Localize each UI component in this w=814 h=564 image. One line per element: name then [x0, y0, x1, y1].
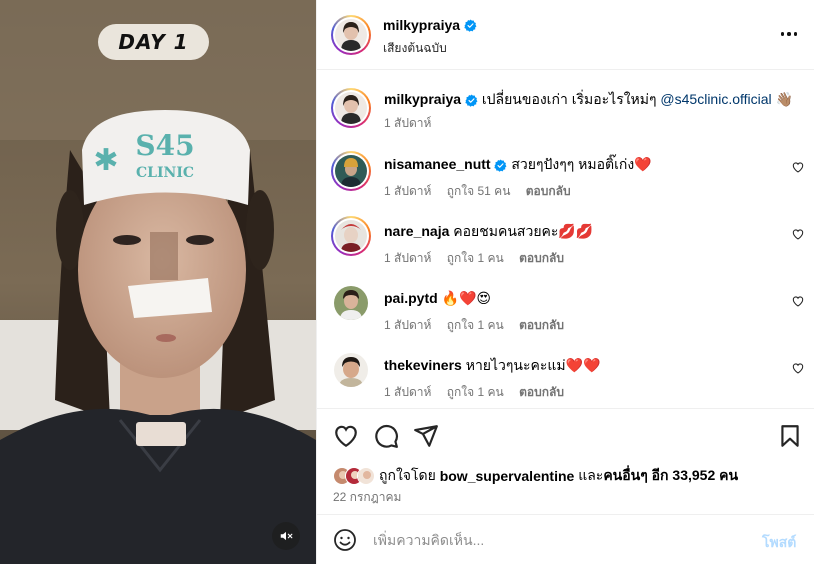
comment-avatar[interactable] — [331, 151, 371, 191]
comment-avatar[interactable] — [334, 353, 368, 387]
caption-avatar-image — [335, 92, 367, 124]
reply-button[interactable]: ตอบกลับ — [519, 385, 564, 399]
post-date[interactable]: 22 กรกฎาคม — [333, 488, 401, 507]
caption-text: เปลี่ยนของเก่า เริ่มอะไรใหม่ๆ — [481, 91, 657, 107]
comment-time[interactable]: 1 สัปดาห์ — [384, 318, 431, 332]
comment-text-line: pai.pytd 🔥❤️😍 — [384, 289, 491, 307]
comment-meta: 1 สัปดาห์ ถูกใจ 1 คน ตอบกลับ — [384, 383, 576, 402]
bookmark-icon[interactable] — [777, 423, 803, 449]
liked-by-prefix: ถูกใจโดย — [379, 467, 436, 483]
comment-avatar[interactable] — [331, 216, 371, 256]
author-username-row: milkypraiya — [383, 17, 477, 33]
author-avatar[interactable] — [331, 15, 371, 55]
liker-username[interactable]: bow_supervalentine — [440, 468, 575, 484]
comments-list[interactable]: milkypraiya เปลี่ยนของเก่า เริ่มอะไรใหม่… — [317, 70, 814, 408]
caption-text-line: milkypraiya เปลี่ยนของเก่า เริ่มอะไรใหม่… — [384, 90, 793, 108]
comment-likes-count[interactable]: ถูกใจ 1 คน — [447, 385, 504, 399]
caption-avatar[interactable] — [331, 88, 371, 128]
send-icon[interactable] — [413, 423, 439, 449]
comment-username[interactable]: nisamanee_nutt — [384, 156, 491, 172]
liked-by-and: และ — [578, 467, 604, 483]
smiley-icon[interactable] — [333, 528, 357, 552]
more-options-button[interactable] — [777, 24, 801, 44]
comment-meta: 1 สัปดาห์ ถูกใจ 1 คน ตอบกลับ — [384, 316, 576, 335]
heart-icon[interactable] — [333, 423, 359, 449]
reply-button[interactable]: ตอบกลับ — [519, 318, 564, 332]
comment-avatar-image — [335, 155, 367, 187]
comment-avatar-image — [334, 286, 368, 320]
comment-icon[interactable] — [373, 423, 399, 449]
reply-button[interactable]: ตอบกลับ — [526, 184, 571, 198]
comment-avatar-image — [334, 353, 368, 387]
comment-likes-count[interactable]: ถูกใจ 1 คน — [447, 318, 504, 332]
comment-text: สวยๆปังๆๆ หมอติ๊เก่ง❤️ — [511, 156, 652, 172]
comment-like-heart-icon[interactable] — [791, 160, 805, 174]
comment-like-heart-icon[interactable] — [791, 227, 805, 241]
comment-username[interactable]: thekeviners — [384, 357, 462, 373]
more-dot — [793, 32, 798, 36]
reply-button[interactable]: ตอบกลับ — [519, 251, 564, 265]
author-username[interactable]: milkypraiya — [383, 17, 460, 33]
comment-meta: 1 สัปดาห์ ถูกใจ 51 คน ตอบกลับ — [384, 182, 583, 201]
svg-text:S45: S45 — [135, 129, 194, 162]
video-frame: S45 CLINIC ✱ — [0, 0, 316, 564]
verified-badge-icon — [464, 19, 477, 32]
mute-button[interactable] — [272, 522, 300, 550]
comment-text-line: nare_naja คอยชมคนสวยคะ💋💋 — [384, 222, 593, 240]
comment-likes-count[interactable]: ถูกใจ 51 คน — [447, 184, 511, 198]
comment-like-heart-icon[interactable] — [791, 361, 805, 375]
comment-text-line: thekeviners หายไวๆนะคะแม่❤️❤️ — [384, 356, 601, 374]
comment-meta: 1 สัปดาห์ ถูกใจ 1 คน ตอบกลับ — [384, 249, 576, 268]
caption-meta: 1 สัปดาห์ — [384, 114, 443, 133]
comment-avatar-image — [335, 220, 367, 252]
svg-text:✱: ✱ — [93, 144, 118, 177]
likers-avatars[interactable] — [333, 467, 375, 485]
day-label-overlay: DAY 1 — [98, 24, 209, 60]
likes-summary: ถูกใจโดย bow_supervalentine และ คนอื่นๆ อ… — [333, 465, 738, 487]
comment-time[interactable]: 1 สัปดาห์ — [384, 385, 431, 399]
post-actions: ถูกใจโดย bow_supervalentine และ คนอื่นๆ อ… — [317, 408, 814, 514]
comment-time[interactable]: 1 สัปดาห์ — [384, 251, 431, 265]
caption-time[interactable]: 1 สัปดาห์ — [384, 116, 431, 130]
caption-emoji: 👋🏽 — [775, 91, 793, 107]
comment-username[interactable]: nare_naja — [384, 223, 449, 239]
verified-badge-icon — [465, 94, 478, 107]
comment-input[interactable] — [373, 528, 743, 552]
caption-username[interactable]: milkypraiya — [384, 91, 461, 107]
comment-likes-count[interactable]: ถูกใจ 1 คน — [447, 251, 504, 265]
post-details-panel: milkypraiya เสียงต้นฉบับ milkypraiya เปล… — [316, 0, 814, 564]
liker-avatar — [357, 467, 375, 485]
author-avatar-image — [335, 19, 367, 51]
post-header: milkypraiya เสียงต้นฉบับ — [317, 0, 814, 70]
comment-username[interactable]: pai.pytd — [384, 290, 438, 306]
comment-text: คอยชมคนสวยคะ💋💋 — [453, 223, 594, 239]
caption-mention-link[interactable]: @s45clinic.official — [660, 91, 771, 107]
comment-time[interactable]: 1 สัปดาห์ — [384, 184, 431, 198]
post-media[interactable]: S45 CLINIC ✱ DAY 1 — [0, 0, 316, 564]
post-comment-button[interactable]: โพสต์ — [762, 532, 796, 554]
comment-text-line: nisamanee_nutt สวยๆปังๆๆ หมอติ๊เก่ง❤️ — [384, 155, 652, 173]
svg-text:CLINIC: CLINIC — [136, 165, 194, 181]
comment-text: 🔥❤️😍 — [441, 290, 492, 306]
comment-avatar[interactable] — [334, 286, 368, 320]
comment-text: หายไวๆนะคะแม่❤️❤️ — [465, 357, 601, 373]
more-horizontal-icon — [780, 32, 785, 36]
verified-badge-icon — [494, 159, 507, 172]
comment-like-heart-icon[interactable] — [791, 294, 805, 308]
more-dot — [787, 32, 791, 36]
speaker-muted-icon — [280, 531, 293, 541]
other-likers-link[interactable]: คนอื่นๆ อีก 33,952 คน — [603, 467, 738, 483]
comment-composer: โพสต์ — [317, 514, 814, 564]
original-audio-link[interactable]: เสียงต้นฉบับ — [383, 39, 447, 58]
